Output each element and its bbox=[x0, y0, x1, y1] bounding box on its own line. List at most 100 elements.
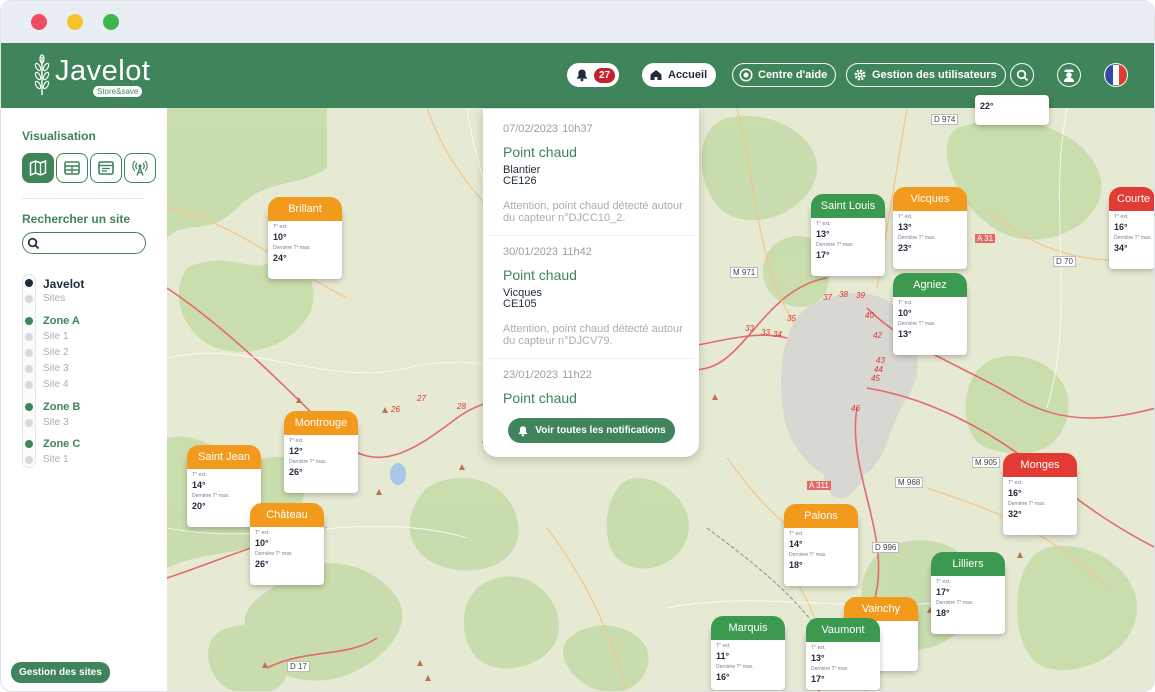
site-card-chateau[interactable]: Château T° ext. 10° Dernière T° max. 26° bbox=[250, 503, 324, 585]
manage-sites-button[interactable]: Gestion des sites bbox=[11, 662, 110, 683]
tree-dot bbox=[25, 419, 33, 427]
dashboard-view-button[interactable] bbox=[90, 153, 122, 183]
javelot-logo[interactable]: Javelot Store&save bbox=[33, 53, 153, 99]
tree-item-site[interactable]: Site 3 bbox=[43, 363, 69, 374]
site-max-label: Dernière T° max. bbox=[898, 321, 936, 327]
site-max-label: Dernière T° max. bbox=[1114, 235, 1152, 241]
site-card-monges[interactable]: Monges T° ext. 16° Dernière T° max. 32° bbox=[1003, 453, 1077, 535]
french-flag-icon bbox=[1106, 65, 1126, 85]
site-max-temp: 20° bbox=[192, 501, 206, 511]
tree-item-site[interactable]: Site 1 bbox=[43, 454, 69, 465]
site-temp: 12° bbox=[289, 446, 303, 456]
site-temp: 14° bbox=[192, 480, 206, 490]
road-label: M 968 bbox=[895, 477, 924, 488]
site-max-label: Dernière T° max. bbox=[898, 235, 936, 241]
site-max-temp: 32° bbox=[1008, 509, 1022, 519]
notifications-panel: 07/02/2023 10h37 Point chaud Blantier CE12… bbox=[483, 109, 699, 457]
antenna-icon bbox=[132, 160, 148, 176]
site-max-label: Dernière T° max. bbox=[1008, 501, 1046, 507]
site-name-tab: Agniez bbox=[893, 273, 967, 297]
road-number: 45 bbox=[871, 374, 880, 383]
road-number: 46 bbox=[851, 404, 860, 413]
road-number: 33 bbox=[761, 328, 770, 337]
tree-dot bbox=[25, 381, 33, 389]
tree-item-zone-a[interactable]: Zone A bbox=[43, 315, 80, 327]
app-window: Javelot Store&save 27 Accueil Centre d'a… bbox=[0, 0, 1155, 692]
site-card-courte[interactable]: Courte T° ext. 16° Dernière T° max. 34° bbox=[1109, 187, 1154, 269]
tree-item-site[interactable]: Site 3 bbox=[43, 417, 69, 428]
road-number: 34 bbox=[773, 330, 782, 339]
road-number: 37 bbox=[823, 293, 832, 302]
site-name-tab: Courte bbox=[1109, 187, 1154, 211]
house-icon bbox=[650, 70, 662, 80]
site-search-input[interactable] bbox=[44, 237, 134, 249]
tree-item-site[interactable]: Site 2 bbox=[43, 347, 69, 358]
road-number: 27 bbox=[417, 394, 426, 403]
search-button[interactable] bbox=[1010, 63, 1034, 87]
site-name-tab: Montrouge bbox=[284, 411, 358, 435]
site-card-montrouge[interactable]: Montrouge T° ext. 12° Dernière T° max. 2… bbox=[284, 411, 358, 493]
site-max-label: Dernière T° max. bbox=[789, 552, 827, 558]
road-number: 44 bbox=[874, 365, 883, 374]
site-card-vaumont[interactable]: Vaumont T° ext. 13° Dernière T° max. 17° bbox=[806, 618, 880, 690]
site-temp: 10° bbox=[273, 232, 287, 242]
home-button[interactable]: Accueil bbox=[642, 63, 717, 87]
user-avatar-button[interactable] bbox=[1057, 63, 1081, 87]
help-icon bbox=[739, 68, 753, 82]
site-name-tab: Saint Louis bbox=[811, 194, 885, 218]
site-name-tab: Brillant bbox=[268, 197, 342, 221]
site-temp-label: T° ext. bbox=[716, 643, 731, 649]
road-number: 42 bbox=[873, 331, 882, 340]
site-card-marquis[interactable]: Marquis T° ext. 11° Dernière T° max. 16° bbox=[711, 616, 785, 690]
site-card-brillant[interactable]: Brillant T° ext. 10° Dernière T° max. 24… bbox=[268, 197, 342, 279]
site-card-saint-louis[interactable]: Saint Louis T° ext. 13° Dernière T° max.… bbox=[811, 194, 885, 276]
site-temp: 10° bbox=[898, 308, 912, 318]
site-search-box[interactable] bbox=[22, 232, 146, 254]
site-name-tab: Vicques bbox=[893, 187, 967, 211]
site-temp-label: T° ext. bbox=[289, 438, 304, 444]
tree-item-javelot[interactable]: Javelot bbox=[43, 277, 84, 291]
see-all-notifications-button[interactable]: Voir toutes les notifications bbox=[508, 418, 675, 443]
notification-item[interactable]: 23/01/2023 11h22 Point chaud bbox=[503, 369, 683, 406]
search-icon bbox=[1016, 69, 1028, 81]
see-all-notifications-label: Voir toutes les notifications bbox=[535, 425, 666, 436]
notification-item[interactable]: 07/02/2023 10h37 Point chaud Blantier CE12… bbox=[503, 123, 683, 224]
user-management-button[interactable]: Gestion des utilisateurs bbox=[846, 63, 1006, 87]
table-view-button[interactable] bbox=[56, 153, 88, 183]
site-temp: 10° bbox=[255, 538, 269, 548]
help-center-button[interactable]: Centre d'aide bbox=[732, 63, 837, 87]
site-card-partial[interactable]: 22° bbox=[975, 95, 1049, 125]
tree-item-zone-b[interactable]: Zone B bbox=[43, 401, 80, 413]
site-card-agniez[interactable]: Agniez T° ext. 10° Dernière T° max. 13° bbox=[893, 273, 967, 355]
bell-icon bbox=[577, 69, 587, 82]
road-number: 35 bbox=[787, 314, 796, 323]
notifications-button[interactable]: 27 bbox=[567, 63, 620, 87]
tree-item-site[interactable]: Site 1 bbox=[43, 331, 69, 342]
site-max-temp: 26° bbox=[289, 467, 303, 477]
site-max-label: Dernière T° max. bbox=[289, 459, 327, 465]
site-max-temp: 24° bbox=[273, 253, 287, 263]
site-name-tab: Château bbox=[250, 503, 324, 527]
notification-item[interactable]: 30/01/2023 11h42 Point chaud Vicques CE105… bbox=[503, 246, 683, 347]
site-card-vicques[interactable]: Vicques T° ext. 13° Dernière T° max. 23° bbox=[893, 187, 967, 269]
language-button[interactable] bbox=[1104, 63, 1128, 87]
tree-item-zone-c[interactable]: Zone C bbox=[43, 438, 80, 450]
tree-item-site[interactable]: Site 4 bbox=[43, 379, 69, 390]
site-card-lilliers[interactable]: Lilliers T° ext. 17° Dernière T° max. 18… bbox=[931, 552, 1005, 634]
site-temp-label: T° ext. bbox=[898, 300, 913, 306]
site-max-temp: 16° bbox=[716, 672, 730, 682]
road-number: 26 bbox=[391, 405, 400, 414]
search-site-title: Rechercher un site bbox=[22, 212, 131, 226]
site-max-temp: 23° bbox=[898, 243, 912, 253]
close-window-icon[interactable] bbox=[31, 14, 47, 30]
sensor-view-button[interactable] bbox=[124, 153, 156, 183]
minimize-window-icon[interactable] bbox=[67, 14, 83, 30]
tree-item-sites[interactable]: Sites bbox=[43, 293, 65, 304]
map-view-button[interactable] bbox=[22, 153, 54, 183]
notification-site: Vicques CE105 bbox=[503, 287, 542, 310]
site-temp-label: T° ext. bbox=[1008, 480, 1023, 486]
site-card-palons[interactable]: Palons T° ext. 14° Dernière T° max. 18° bbox=[784, 504, 858, 586]
maximize-window-icon[interactable] bbox=[103, 14, 119, 30]
site-temp: 13° bbox=[811, 653, 825, 663]
sidebar-divider bbox=[22, 198, 145, 199]
